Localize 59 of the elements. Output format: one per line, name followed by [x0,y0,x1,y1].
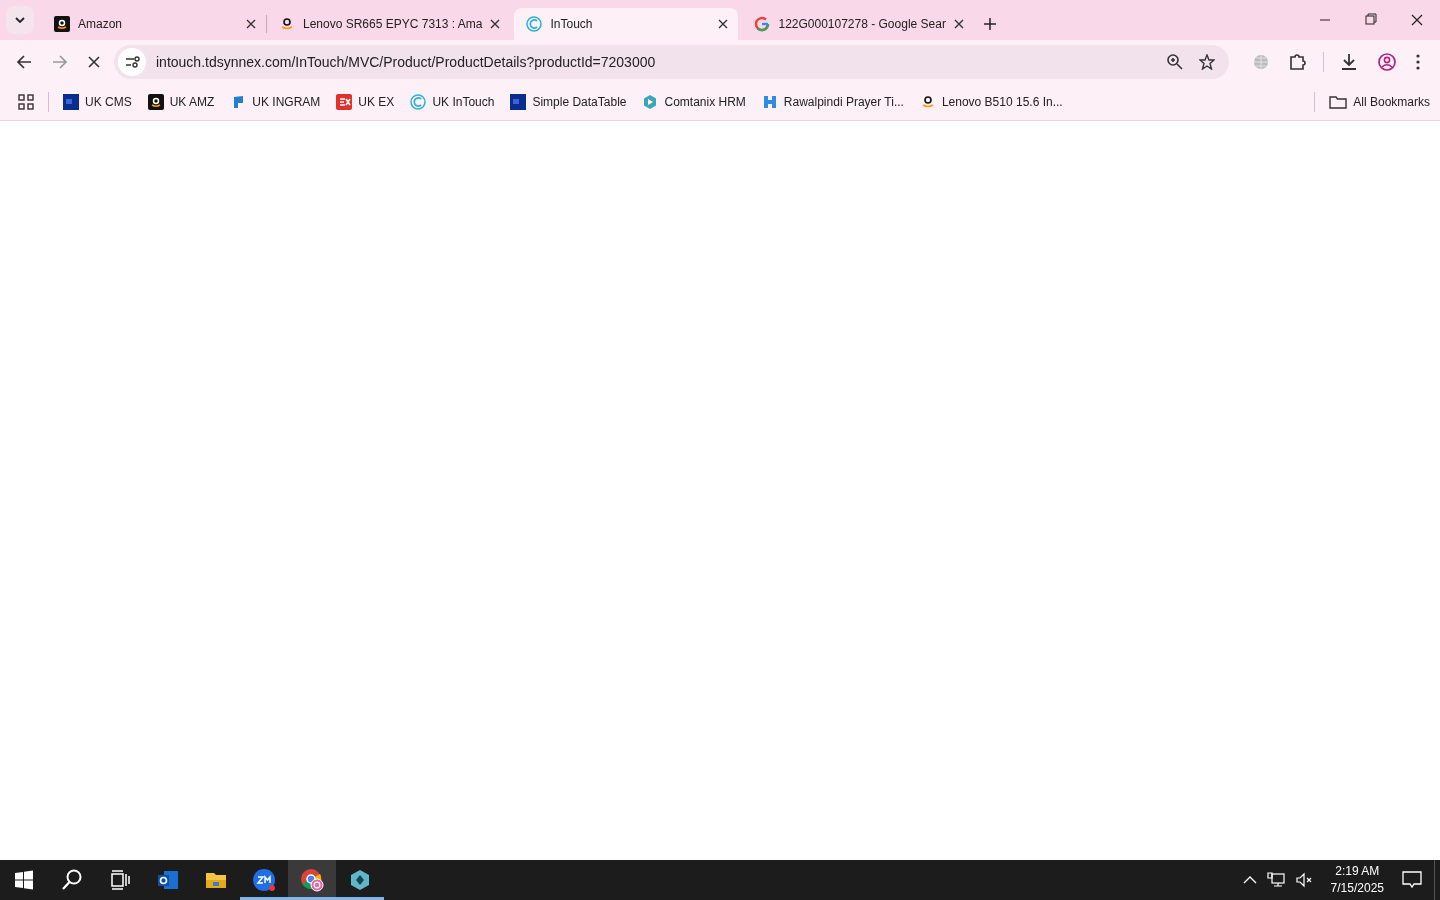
notifications-icon[interactable] [1402,871,1422,889]
amazon-logo-icon [54,16,70,32]
zoom-icon[interactable] [1167,54,1183,70]
smile-logo-icon [279,16,295,32]
network-icon[interactable] [1266,872,1285,888]
site-settings-icon[interactable] [118,48,146,76]
forward-arrow-icon [52,54,68,70]
bookmark-link[interactable]: Simple DataTable [532,95,627,109]
browser-tab[interactable]: 122G000107278 - Google Sear [742,8,974,40]
puzzle-piece-icon[interactable] [1289,53,1307,71]
folder-icon[interactable] [1329,95,1348,109]
more-menu-icon[interactable] [1416,54,1420,70]
gem-app-icon [348,868,372,892]
clock-time[interactable]: 2:19 AM [1335,863,1380,880]
address-bar[interactable]: intouch.tdsynnex.com/InTouch/MVC/Product/ProductDetails?productId=7203000 [114,45,1229,79]
windows-start-icon[interactable] [12,868,36,892]
bookmark-link[interactable]: Lenovo B510 15.6 In... [941,95,1063,109]
muted-speaker-icon[interactable] [1294,872,1313,888]
tab-list-button[interactable] [6,6,34,34]
close-icon[interactable] [490,19,501,29]
video-app-icon [252,868,276,892]
search-icon[interactable] [60,868,84,892]
close-icon[interactable] [246,19,256,29]
browser-app-icon [300,868,324,892]
square-logo-icon [63,94,79,110]
star-icon[interactable] [1199,54,1215,70]
bookmark-link[interactable]: UK CMS [85,95,132,109]
amazon-logo-icon [147,94,164,110]
bookmark-link[interactable]: Comtanix HRM [664,95,746,109]
bookmark-link[interactable]: UK AMZ [169,95,215,109]
square-logo-icon [510,94,527,110]
stop-loading-icon[interactable] [88,56,100,68]
mail-app-icon [156,868,180,892]
google-logo-icon [754,16,771,32]
swirl-icon [526,16,543,32]
bookmark-link[interactable]: UK InTouch [432,95,495,109]
all-bookmarks-link[interactable]: All Bookmarks [1353,95,1430,109]
browser-tab[interactable]: InTouch [514,8,739,40]
profile-icon[interactable] [1378,53,1396,71]
bookmark-link[interactable]: UK INGRAM [252,95,321,109]
download-icon[interactable] [1340,53,1358,71]
clock-date[interactable]: 7/15/2025 [1330,880,1384,897]
browser-tab[interactable]: Lenovo SR665 EPYC 7313 : Ama [267,8,511,40]
bookmark-link[interactable]: UK EX [358,95,395,109]
swirl-icon [410,94,427,110]
hexagon-icon [642,94,659,110]
ex-logo-icon [336,94,353,110]
task-view-icon[interactable] [108,868,132,892]
chevron-down-icon [15,17,25,23]
bookmark-link[interactable]: Rawalpindi Prayer Ti... [783,95,904,109]
taskbar-app-button[interactable] [288,860,336,900]
apps-grid-icon[interactable] [18,94,34,110]
close-icon[interactable] [718,19,729,29]
chevron-up-icon[interactable] [1242,876,1257,884]
close-icon[interactable] [953,19,964,29]
new-tab-icon[interactable] [983,18,996,30]
browser-tab[interactable]: Amazon [42,8,266,40]
back-arrow-icon[interactable] [16,54,32,70]
h-shape-icon [761,94,778,110]
